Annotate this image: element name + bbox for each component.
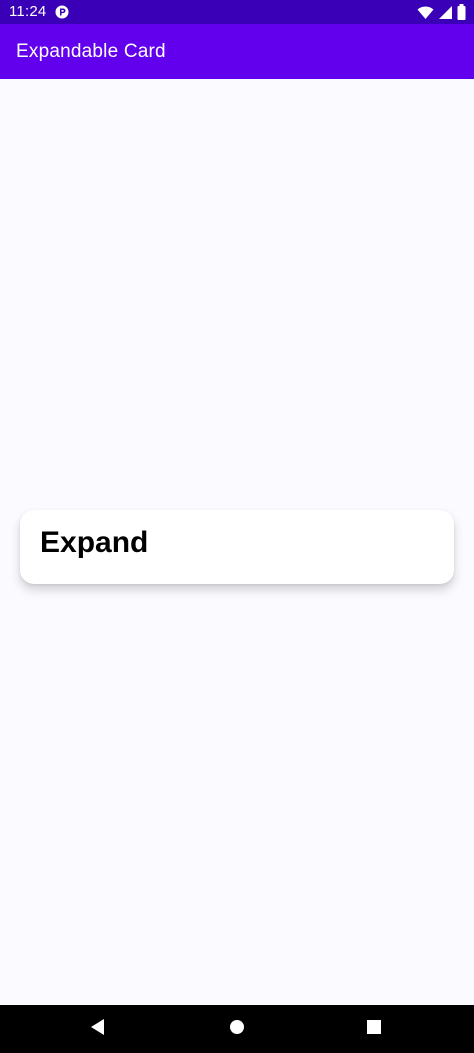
app-bar: Expandable Card <box>0 24 474 79</box>
signal-icon <box>438 5 453 25</box>
status-time: 11:24 <box>9 3 47 20</box>
content-area: Expand <box>0 79 474 1005</box>
home-icon <box>229 1019 245 1040</box>
recents-button[interactable] <box>362 1017 386 1041</box>
screen: 11:24 Expandable Card Expand <box>0 0 474 1053</box>
card-title: Expand <box>40 526 149 559</box>
navigation-bar <box>0 1005 474 1053</box>
battery-icon <box>457 4 466 25</box>
p-notification-icon <box>55 5 69 19</box>
expandable-card[interactable]: Expand <box>20 510 454 584</box>
app-title: Expandable Card <box>16 40 166 62</box>
wifi-icon <box>417 5 434 25</box>
back-button[interactable] <box>86 1017 110 1041</box>
home-button[interactable] <box>225 1017 249 1041</box>
back-icon <box>90 1018 106 1041</box>
status-icons <box>417 4 466 25</box>
status-bar: 11:24 <box>0 0 474 24</box>
recents-icon <box>366 1019 382 1040</box>
